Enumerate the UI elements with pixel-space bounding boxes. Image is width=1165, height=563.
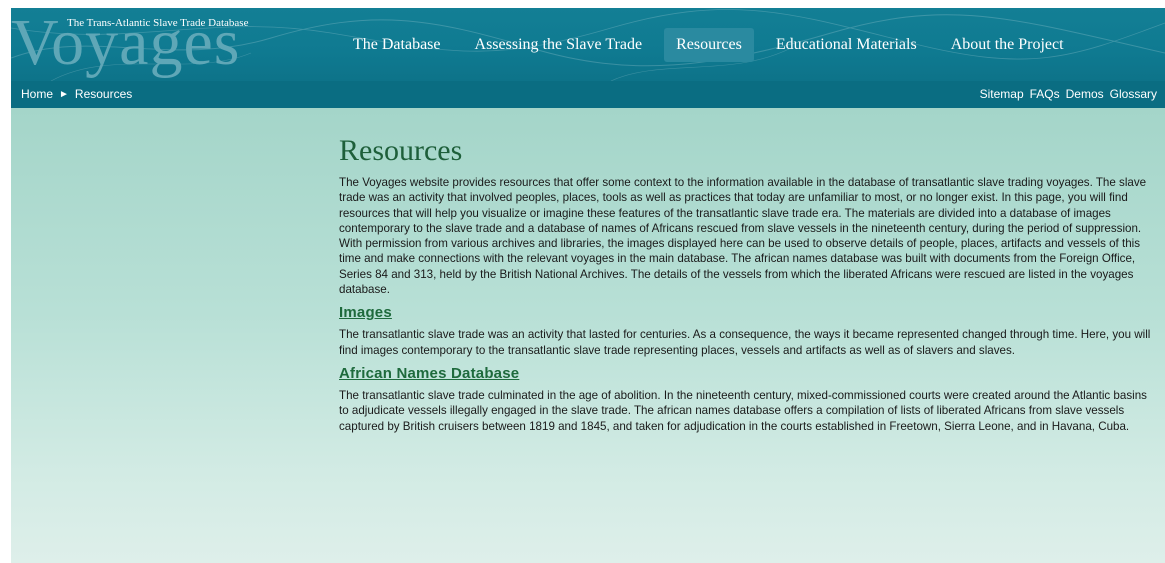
main-nav: The Database Assessing the Slave Trade R… — [341, 26, 1086, 64]
utility-links: Sitemap FAQs Demos Glossary — [974, 81, 1157, 108]
breadcrumb-home[interactable]: Home — [21, 81, 53, 108]
african-names-description: The transatlantic slave trade culminated… — [339, 388, 1147, 433]
page-title: Resources — [339, 134, 463, 167]
page: Voyages The Trans-Atlantic Slave Trade D… — [0, 0, 1165, 563]
images-description: The transatlantic slave trade was an act… — [339, 328, 1151, 357]
nav-the-database[interactable]: The Database — [341, 28, 453, 62]
site-header: Voyages The Trans-Atlantic Slave Trade D… — [11, 8, 1165, 81]
breadcrumb: Home ► Resources — [21, 81, 132, 108]
breadcrumb-arrow-icon: ► — [59, 89, 69, 100]
logo-subtitle: The Trans-Atlantic Slave Trade Database — [67, 17, 249, 29]
nav-educational-materials[interactable]: Educational Materials — [764, 28, 929, 62]
images-section-link[interactable]: Images — [339, 304, 392, 322]
intro-paragraph: The Voyages website provides resources t… — [339, 176, 1147, 297]
african-names-database-link[interactable]: African Names Database — [339, 365, 519, 383]
nav-resources[interactable]: Resources — [664, 28, 754, 62]
glossary-link[interactable]: Glossary — [1110, 81, 1157, 108]
breadcrumb-current: Resources — [74, 87, 133, 101]
nav-about-the-project[interactable]: About the Project — [939, 28, 1076, 62]
sub-navigation-bar: Home ► Resources Sitemap FAQs Demos Glos… — [11, 81, 1165, 108]
sitemap-link[interactable]: Sitemap — [980, 81, 1024, 108]
faqs-link[interactable]: FAQs — [1030, 81, 1060, 108]
nav-assessing-the-slave-trade[interactable]: Assessing the Slave Trade — [463, 28, 655, 62]
demos-link[interactable]: Demos — [1066, 81, 1104, 108]
main-content: Resources The Voyages website provides r… — [339, 133, 1159, 434]
